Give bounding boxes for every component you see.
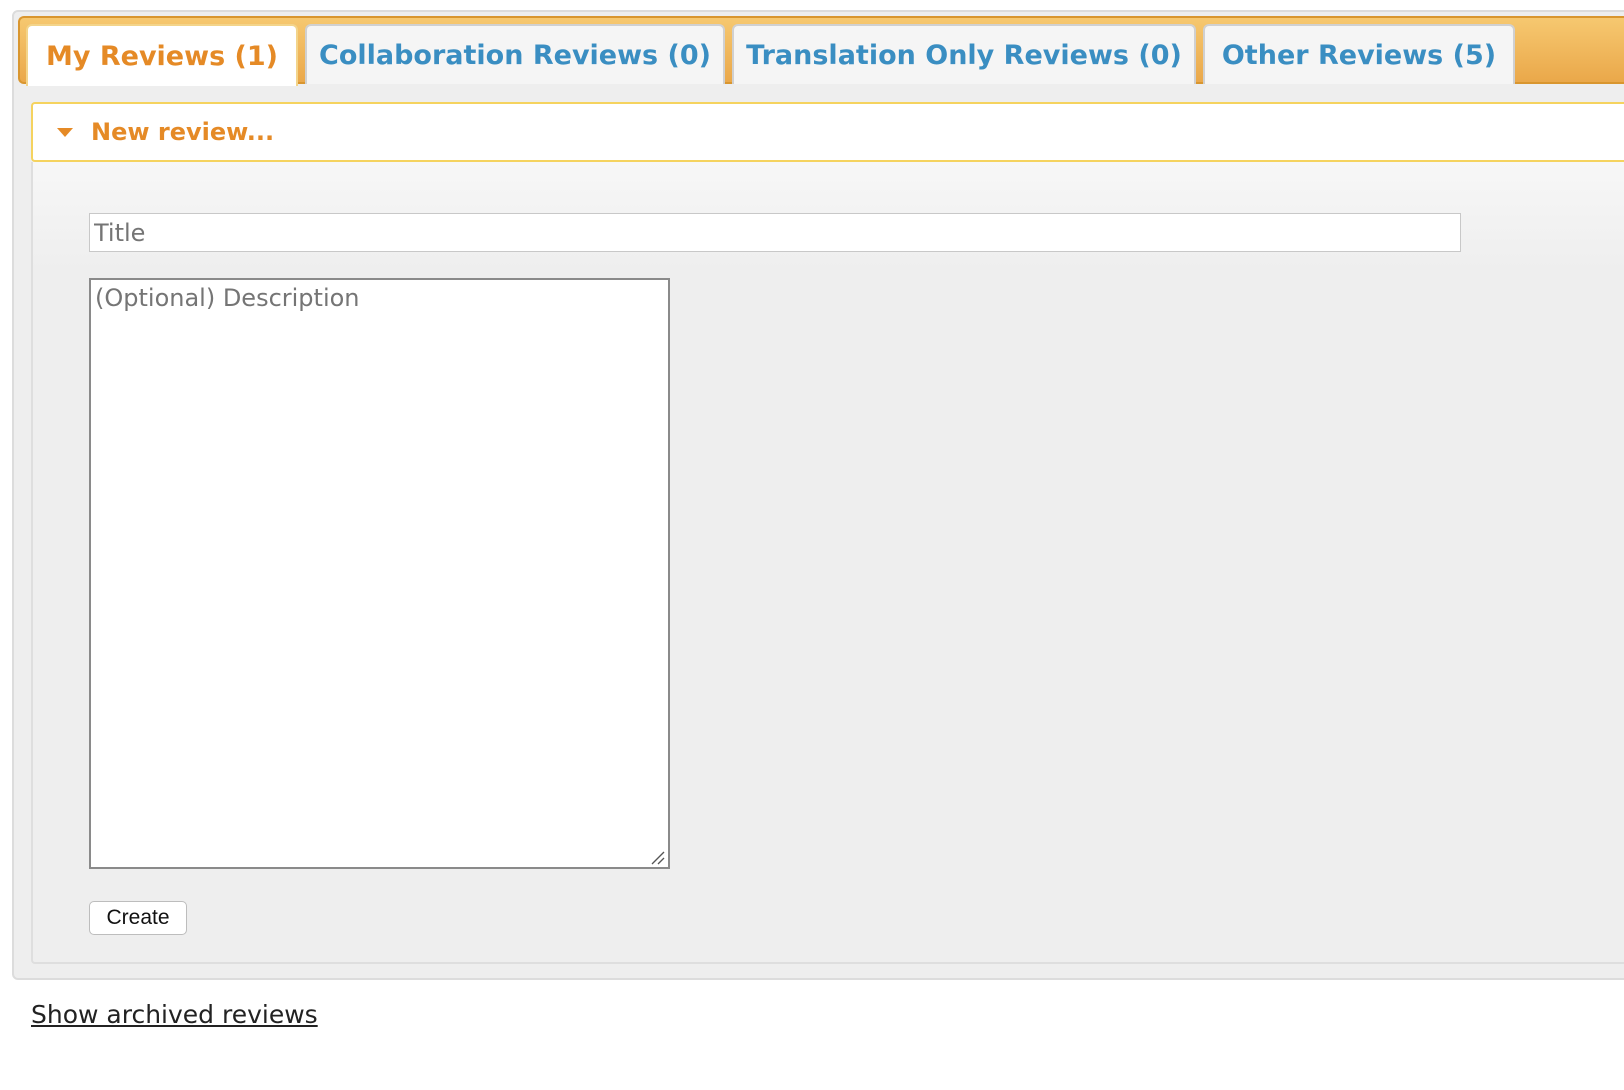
tab-my-reviews[interactable]: My Reviews (1) xyxy=(26,24,298,86)
tab-other-reviews[interactable]: Other Reviews (5) xyxy=(1203,24,1515,84)
new-review-label: New review... xyxy=(91,118,275,146)
show-archived-reviews-link[interactable]: Show archived reviews xyxy=(31,1000,318,1029)
resize-grip-icon[interactable] xyxy=(648,848,666,866)
triangle-down-icon xyxy=(57,127,73,137)
title-input[interactable] xyxy=(89,213,1461,252)
tab-collaboration-reviews[interactable]: Collaboration Reviews (0) xyxy=(305,24,725,84)
new-review-toggle[interactable]: New review... xyxy=(31,102,1624,162)
description-textarea[interactable] xyxy=(89,278,670,869)
create-button[interactable]: Create xyxy=(89,901,187,935)
tab-translation-only-reviews[interactable]: Translation Only Reviews (0) xyxy=(732,24,1196,84)
